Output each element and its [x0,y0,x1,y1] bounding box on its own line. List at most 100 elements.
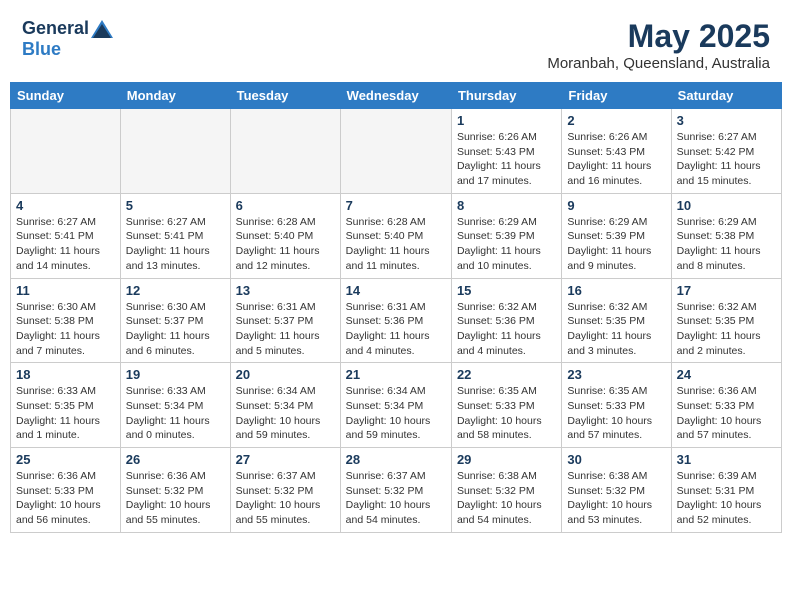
logo-general: General [22,18,89,39]
day-number: 25 [16,452,115,467]
weekday-header: Wednesday [340,83,451,109]
day-number: 31 [677,452,776,467]
calendar-cell: 5 Sunrise: 6:27 AMSunset: 5:41 PMDaylight… [120,193,230,278]
day-info: Sunrise: 6:36 AMSunset: 5:33 PMDaylight:… [16,469,115,528]
day-info: Sunrise: 6:26 AMSunset: 5:43 PMDaylight:… [457,130,556,189]
calendar-cell: 3Sunrise: 6:27 AMSunset: 5:42 PMDaylight… [671,109,781,194]
day-info: Sunrise: 6:35 AMSunset: 5:33 PMDaylight:… [457,384,556,443]
day-number: 10 [677,198,776,213]
day-number: 21 [346,367,446,382]
day-number: 18 [16,367,115,382]
day-number: 26 [126,452,225,467]
calendar-cell: 6 Sunrise: 6:28 AMSunset: 5:40 PMDaylight… [230,193,340,278]
day-info: Sunrise: 6:36 AMSunset: 5:32 PMDaylight:… [126,469,225,528]
calendar-cell: 28Sunrise: 6:37 AMSunset: 5:32 PMDayligh… [340,448,451,533]
day-info: Sunrise: 6:27 AMSunset: 5:42 PMDaylight:… [677,130,776,189]
day-number: 6 [236,198,335,213]
location: Moranbah, Queensland, Australia [547,55,770,72]
day-info: Sunrise: 6:29 AMSunset: 5:39 PMDaylight:… [567,215,665,274]
day-info: Sunrise: 6:33 AMSunset: 5:34 PMDaylight:… [126,384,225,443]
day-number: 14 [346,283,446,298]
day-number: 9 [567,198,665,213]
logo: General Blue [22,18,115,60]
week-row: 4 Sunrise: 6:27 AMSunset: 5:41 PMDaylight… [11,193,782,278]
day-number: 5 [126,198,225,213]
day-number: 22 [457,367,556,382]
day-number: 8 [457,198,556,213]
weekday-header: Friday [562,83,671,109]
calendar-cell: 8Sunrise: 6:29 AMSunset: 5:39 PMDaylight… [451,193,561,278]
day-number: 28 [346,452,446,467]
day-number: 24 [677,367,776,382]
calendar-cell: 4 Sunrise: 6:27 AMSunset: 5:41 PMDaylight… [11,193,121,278]
day-info: Sunrise: 6:28 AMSunset: 5:40 PMDaylight:… [346,215,446,274]
day-number: 11 [16,283,115,298]
calendar-cell: 29Sunrise: 6:38 AMSunset: 5:32 PMDayligh… [451,448,561,533]
day-info: Sunrise: 6:36 AMSunset: 5:33 PMDaylight:… [677,384,776,443]
day-info: Sunrise: 6:32 AMSunset: 5:36 PMDaylight:… [457,300,556,359]
weekday-header: Tuesday [230,83,340,109]
day-number: 29 [457,452,556,467]
day-info: Sunrise: 6:31 AMSunset: 5:37 PMDaylight:… [236,300,335,359]
day-number: 27 [236,452,335,467]
day-info: Sunrise: 6:27 AMSunset: 5:41 PMDaylight:… [16,215,115,274]
calendar-cell: 14 Sunrise: 6:31 AMSunset: 5:36 PMDayligh… [340,278,451,363]
calendar-cell: 25 Sunrise: 6:36 AMSunset: 5:33 PMDayligh… [11,448,121,533]
day-info: Sunrise: 6:34 AMSunset: 5:34 PMDaylight:… [346,384,446,443]
logo-blue: Blue [22,39,61,59]
day-info: Sunrise: 6:27 AMSunset: 5:41 PMDaylight:… [126,215,225,274]
weekday-header: Sunday [11,83,121,109]
day-info: Sunrise: 6:31 AMSunset: 5:36 PMDaylight:… [346,300,446,359]
calendar-cell: 11 Sunrise: 6:30 AMSunset: 5:38 PMDayligh… [11,278,121,363]
month-year: May 2025 [547,18,770,55]
page-header: General Blue May 2025 Moranbah, Queensla… [10,10,782,76]
calendar-cell: 18Sunrise: 6:33 AMSunset: 5:35 PMDayligh… [11,363,121,448]
calendar-cell: 19 Sunrise: 6:33 AMSunset: 5:34 PMDayligh… [120,363,230,448]
day-info: Sunrise: 6:35 AMSunset: 5:33 PMDaylight:… [567,384,665,443]
day-number: 30 [567,452,665,467]
logo-icon [91,20,113,38]
calendar-cell: 30 Sunrise: 6:38 AMSunset: 5:32 PMDayligh… [562,448,671,533]
day-number: 16 [567,283,665,298]
title-block: May 2025 Moranbah, Queensland, Australia [547,18,770,72]
week-row: 25 Sunrise: 6:36 AMSunset: 5:33 PMDayligh… [11,448,782,533]
week-row: 11 Sunrise: 6:30 AMSunset: 5:38 PMDayligh… [11,278,782,363]
day-number: 15 [457,283,556,298]
weekday-header: Monday [120,83,230,109]
day-number: 23 [567,367,665,382]
calendar-cell [340,109,451,194]
day-number: 19 [126,367,225,382]
day-number: 17 [677,283,776,298]
calendar-cell: 16 Sunrise: 6:32 AMSunset: 5:35 PMDayligh… [562,278,671,363]
calendar-cell: 27Sunrise: 6:37 AMSunset: 5:32 PMDayligh… [230,448,340,533]
day-number: 13 [236,283,335,298]
calendar-cell: 10 Sunrise: 6:29 AMSunset: 5:38 PMDayligh… [671,193,781,278]
calendar-cell: 15 Sunrise: 6:32 AMSunset: 5:36 PMDayligh… [451,278,561,363]
day-info: Sunrise: 6:30 AMSunset: 5:38 PMDaylight:… [16,300,115,359]
calendar-cell: 22 Sunrise: 6:35 AMSunset: 5:33 PMDayligh… [451,363,561,448]
calendar-cell: 2Sunrise: 6:26 AMSunset: 5:43 PMDaylight… [562,109,671,194]
day-info: Sunrise: 6:30 AMSunset: 5:37 PMDaylight:… [126,300,225,359]
calendar-cell: 7Sunrise: 6:28 AMSunset: 5:40 PMDaylight… [340,193,451,278]
day-info: Sunrise: 6:29 AMSunset: 5:38 PMDaylight:… [677,215,776,274]
day-number: 4 [16,198,115,213]
weekday-header: Saturday [671,83,781,109]
calendar-cell: 1Sunrise: 6:26 AMSunset: 5:43 PMDaylight… [451,109,561,194]
calendar-cell: 31 Sunrise: 6:39 AMSunset: 5:31 PMDayligh… [671,448,781,533]
calendar-cell [120,109,230,194]
day-info: Sunrise: 6:38 AMSunset: 5:32 PMDaylight:… [567,469,665,528]
day-info: Sunrise: 6:32 AMSunset: 5:35 PMDaylight:… [677,300,776,359]
week-row: 1Sunrise: 6:26 AMSunset: 5:43 PMDaylight… [11,109,782,194]
day-number: 12 [126,283,225,298]
weekday-header-row: SundayMondayTuesdayWednesdayThursdayFrid… [11,83,782,109]
calendar-cell: 9 Sunrise: 6:29 AMSunset: 5:39 PMDaylight… [562,193,671,278]
calendar-table: SundayMondayTuesdayWednesdayThursdayFrid… [10,82,782,533]
day-info: Sunrise: 6:28 AMSunset: 5:40 PMDaylight:… [236,215,335,274]
calendar-cell: 26 Sunrise: 6:36 AMSunset: 5:32 PMDayligh… [120,448,230,533]
week-row: 18Sunrise: 6:33 AMSunset: 5:35 PMDayligh… [11,363,782,448]
calendar-cell [230,109,340,194]
calendar-cell [11,109,121,194]
day-info: Sunrise: 6:26 AMSunset: 5:43 PMDaylight:… [567,130,665,189]
day-info: Sunrise: 6:39 AMSunset: 5:31 PMDaylight:… [677,469,776,528]
day-info: Sunrise: 6:32 AMSunset: 5:35 PMDaylight:… [567,300,665,359]
